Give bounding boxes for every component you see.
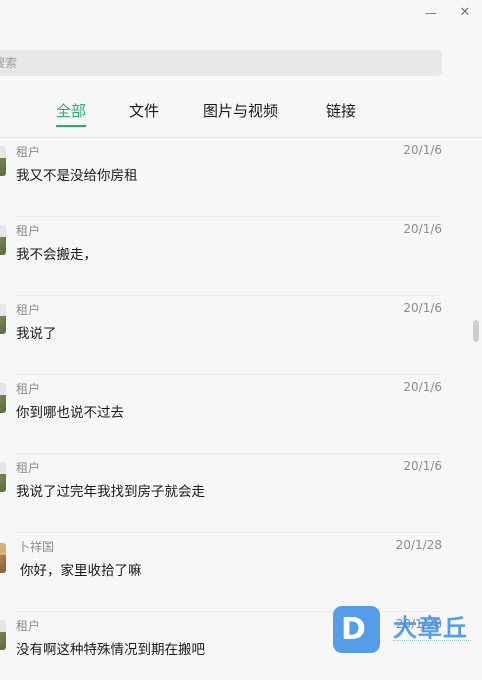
watermark-text: 大章丘 bbox=[393, 614, 468, 642]
list-item[interactable]: 卜祥国 20/1/28 你好，家里收拾了嘛 bbox=[0, 533, 470, 612]
sender-name: 卜祥国 bbox=[18, 540, 55, 554]
message-date: 20/1/6 bbox=[403, 143, 442, 157]
message-text: 我说了过完年我找到房子就会走 bbox=[16, 484, 205, 500]
minimize-button[interactable]: — bbox=[422, 4, 440, 22]
message-text: 你好，家里收拾了嘛 bbox=[20, 563, 142, 579]
message-date: 20/1/6 bbox=[403, 222, 442, 236]
sender-name: 租户 bbox=[16, 619, 41, 633]
sender-name: 租户 bbox=[16, 224, 41, 238]
search-bar[interactable] bbox=[0, 50, 442, 76]
tab-links[interactable]: 链接 bbox=[326, 100, 356, 121]
avatar[interactable] bbox=[0, 462, 6, 492]
message-text: 你到哪也说不过去 bbox=[16, 405, 124, 421]
sender-name: 租户 bbox=[16, 303, 41, 317]
scrollbar-thumb[interactable] bbox=[473, 320, 479, 342]
close-button[interactable]: ✕ bbox=[456, 4, 474, 22]
list-item[interactable]: 租户 20/1/6 你到哪也说不过去 bbox=[0, 375, 470, 454]
tab-media[interactable]: 图片与视频 bbox=[203, 100, 278, 121]
sender-name: 租户 bbox=[16, 461, 41, 475]
tab-bar: 全部 文件 图片与视频 链接 bbox=[0, 100, 482, 130]
watermark-logo: D 大章丘 bbox=[333, 606, 473, 656]
list-item[interactable]: 租户 20/1/6 我说了过完年我找到房子就会走 bbox=[0, 454, 470, 533]
list-item[interactable]: 租户 20/1/6 我不会搬走， bbox=[0, 217, 470, 296]
message-text: 我说了 bbox=[16, 326, 57, 342]
avatar[interactable] bbox=[0, 543, 6, 573]
message-date: 20/1/6 bbox=[403, 301, 442, 315]
avatar[interactable] bbox=[0, 146, 6, 176]
list-item[interactable]: 租户 20/1/6 我又不是没给你房租 bbox=[0, 138, 470, 217]
tab-all[interactable]: 全部 bbox=[56, 100, 87, 127]
tab-files[interactable]: 文件 bbox=[129, 100, 159, 121]
avatar[interactable] bbox=[0, 225, 6, 255]
watermark-badge: D bbox=[333, 606, 380, 653]
avatar[interactable] bbox=[0, 304, 6, 334]
message-text: 我不会搬走， bbox=[16, 247, 97, 263]
message-text: 我又不是没给你房租 bbox=[16, 168, 138, 184]
avatar[interactable] bbox=[0, 383, 6, 413]
sender-name: 租户 bbox=[16, 382, 41, 396]
sender-name: 租户 bbox=[16, 145, 41, 159]
message-date: 20/1/6 bbox=[403, 380, 442, 394]
message-text: 没有啊这种特殊情况到期在搬吧 bbox=[16, 642, 205, 658]
list-item[interactable]: 租户 20/1/6 我说了 bbox=[0, 296, 470, 375]
avatar[interactable] bbox=[0, 620, 6, 650]
watermark-underline bbox=[393, 640, 471, 645]
search-input[interactable] bbox=[0, 50, 442, 76]
message-date: 20/1/28 bbox=[395, 538, 442, 552]
message-date: 20/1/6 bbox=[403, 459, 442, 473]
message-list[interactable]: 租户 20/1/6 我又不是没给你房租 租户 20/1/6 我不会搬走， 租户 … bbox=[0, 138, 470, 680]
